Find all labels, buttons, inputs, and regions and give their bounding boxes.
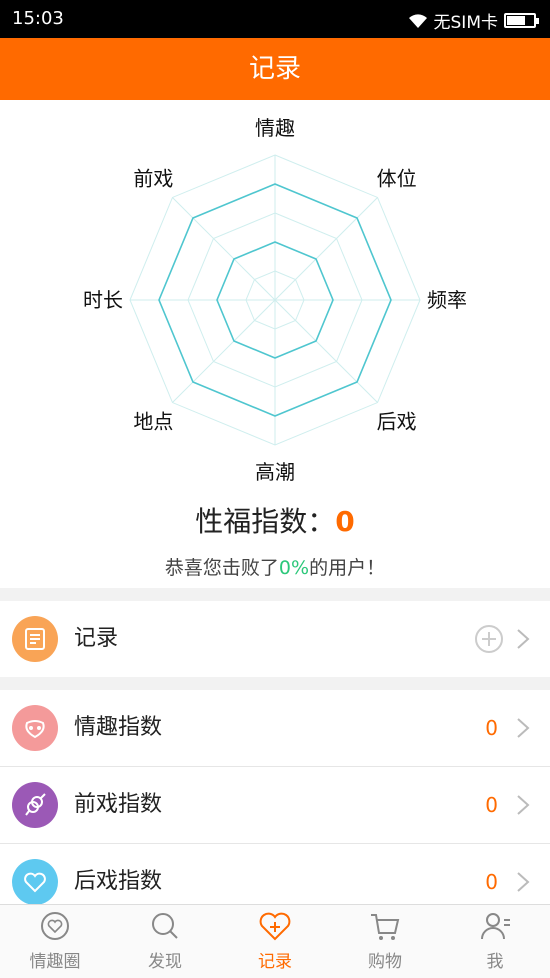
page-title: 记录	[0, 38, 550, 100]
chart-panel: 情趣体位频率后戏高潮 地点 时长 前戏 性福指数：0 恭喜您击败了0%的用户！	[0, 100, 550, 588]
heart-plus-icon	[259, 912, 291, 941]
cart-icon	[371, 914, 400, 940]
carrier-text: 无SIM卡	[433, 13, 498, 33]
radar-chart: 情趣体位频率后戏高潮 地点 时长 前戏	[83, 116, 467, 484]
foreplay-index-label: 前戏指数	[74, 792, 163, 817]
radar-axis-label: 体位	[377, 166, 417, 190]
battery-icon	[504, 13, 539, 28]
wifi-icon	[408, 13, 427, 28]
beat-suffix: 的用户！	[309, 557, 386, 579]
user-icon	[481, 913, 510, 940]
foreplay-index-value: 0	[485, 793, 498, 817]
score-label: 性福指数：	[195, 505, 336, 538]
tab-label: 购物	[368, 952, 402, 972]
fun-index-value: 0	[485, 716, 498, 740]
beat-percent: 0%	[278, 557, 310, 579]
fun-icon	[12, 705, 58, 751]
radar-axis-label: 时长	[83, 288, 123, 312]
heart-circle-icon	[41, 912, 69, 940]
status-time: 15:03	[12, 8, 64, 29]
beat-prefix: 恭喜您击败了	[164, 557, 279, 579]
beat-text: 恭喜您击败了0%的用户！	[0, 553, 550, 580]
tab-label: 发现	[148, 952, 182, 972]
radar-axis-label: 地点	[133, 410, 173, 434]
record-row[interactable]: 记录	[0, 601, 550, 677]
radar-axis-label: 后戏	[377, 410, 417, 434]
status-bar: 15:03 无SIM卡	[0, 0, 550, 38]
happiness-score: 性福指数：0	[0, 500, 550, 540]
radar-axis-label: 高潮	[255, 460, 295, 484]
chevron-right-icon	[517, 718, 530, 738]
search-icon	[152, 913, 178, 939]
score-value: 0	[335, 505, 355, 538]
foreplay-index-row[interactable]: 前戏指数 0	[0, 767, 550, 843]
tab-record[interactable]: 记录	[220, 905, 330, 978]
record-label: 记录	[74, 626, 119, 651]
tab-circle[interactable]: 情趣圈	[0, 905, 110, 978]
chevron-right-icon	[517, 795, 530, 815]
tab-me[interactable]: 我	[440, 905, 550, 978]
tab-discover[interactable]: 发现	[110, 905, 220, 978]
tab-label: 情趣圈	[29, 952, 81, 972]
status-right: 无SIM卡	[408, 8, 539, 33]
heart-icon	[12, 859, 58, 905]
tab-shopping[interactable]: 购物	[330, 905, 440, 978]
add-record-icon[interactable]	[474, 624, 504, 654]
tab-label: 我	[486, 952, 504, 972]
tab-label: 记录	[258, 952, 292, 972]
radar-axis-label: 频率	[427, 288, 467, 312]
radar-axis-label: 前戏	[133, 166, 173, 190]
battery-fill	[507, 16, 526, 25]
notebook-icon	[12, 616, 58, 662]
chevron-right-icon	[517, 629, 530, 649]
fun-index-label: 情趣指数	[74, 715, 163, 740]
chevron-right-icon	[517, 872, 530, 892]
gender-icon	[12, 782, 58, 828]
radar-axis-label: 情趣	[255, 116, 295, 140]
fun-index-row[interactable]: 情趣指数 0	[0, 690, 550, 766]
bottom-tab-bar: 情趣圈 发现 记录 购物 我	[0, 904, 550, 978]
